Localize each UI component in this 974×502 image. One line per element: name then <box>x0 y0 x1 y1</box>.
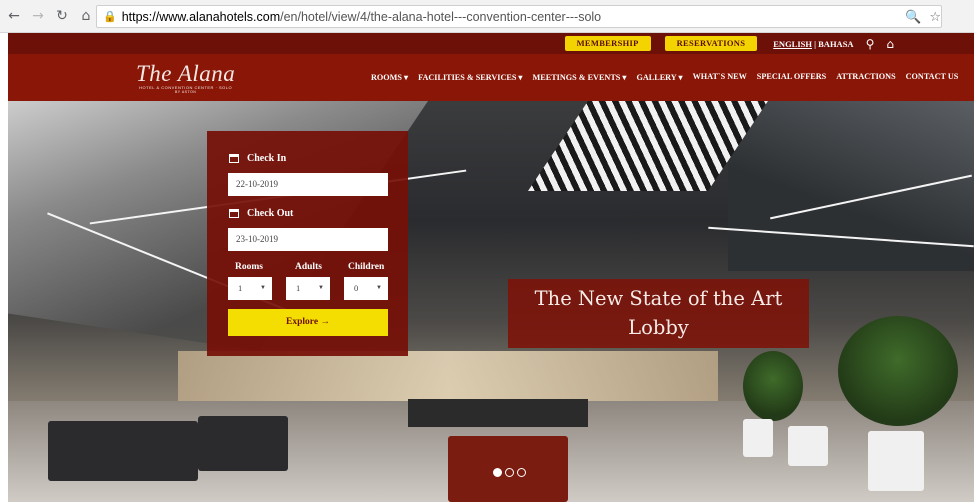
nav-rooms[interactable]: ROOMS ▾ <box>371 72 408 82</box>
slider-dot-2[interactable] <box>505 468 514 477</box>
nav-facilities[interactable]: FACILITIES & SERVICES ▾ <box>418 72 522 82</box>
search-icon[interactable]: ⚲ <box>866 37 875 51</box>
hero-plant <box>838 316 958 426</box>
url-host: https://www.alanahotels.com <box>121 9 281 24</box>
hero-sofa <box>198 416 288 471</box>
adults-select[interactable]: 1 ▼ <box>286 277 330 300</box>
site-topbar: MEMBERSHIP RESERVATIONS ENGLISH | BAHASA… <box>8 33 974 54</box>
logo-name: The Alana <box>136 61 236 86</box>
back-icon[interactable]: ← <box>4 6 24 26</box>
slider-dot-1[interactable] <box>493 468 502 477</box>
adults-select-value: 1 <box>296 283 301 293</box>
hero-caption: The New State of the Art Lobby <box>508 279 809 348</box>
check-in-input[interactable]: 22-10-2019 <box>228 173 388 196</box>
rooms-select-value: 1 <box>238 283 243 293</box>
children-label: Children <box>348 262 385 272</box>
calendar-icon <box>229 209 239 218</box>
address-bar-actions: 🔍 ☆ <box>905 10 941 25</box>
hero-reception-desk <box>408 399 588 427</box>
lock-icon: 🔒 <box>103 10 117 23</box>
nav-attractions[interactable]: ATTRACTIONS <box>836 72 895 82</box>
dropdown-arrow-icon: ▼ <box>376 285 382 291</box>
check-out-input[interactable]: 23-10-2019 <box>228 228 388 251</box>
home-house-icon[interactable]: ⌂ <box>886 37 894 51</box>
dropdown-arrow-icon: ▼ <box>260 285 266 291</box>
site-logo[interactable]: The Alana HOTEL & CONVENTION CENTER · SO… <box>136 61 235 94</box>
rooms-select[interactable]: 1 ▼ <box>228 277 272 300</box>
hero-plant-pot <box>788 426 828 466</box>
bookmark-star-icon[interactable]: ☆ <box>929 10 941 25</box>
hero-sofa <box>48 421 198 481</box>
check-in-label-text: Check In <box>247 153 287 164</box>
language-switcher: ENGLISH | BAHASA <box>773 39 853 49</box>
nav-special-offers[interactable]: SPECIAL OFFERS <box>757 72 826 82</box>
home-icon[interactable]: ⌂ <box>76 6 96 26</box>
check-out-label: Check Out <box>229 208 293 219</box>
dropdown-arrow-icon: ▼ <box>318 285 324 291</box>
lang-english-link[interactable]: ENGLISH <box>773 39 812 49</box>
hero-slider[interactable] <box>8 101 974 502</box>
hero-plant-pot <box>868 431 924 491</box>
children-select[interactable]: 0 ▼ <box>344 277 388 300</box>
check-in-label: Check In <box>229 153 286 164</box>
reload-icon[interactable]: ↻ <box>52 6 72 26</box>
check-out-label-text: Check Out <box>247 208 294 219</box>
nav-gallery[interactable]: GALLERY ▾ <box>637 72 683 82</box>
url-path: /en/hotel/view/4/the-alana-hotel---conve… <box>280 9 602 24</box>
browser-toolbar: ← → ↻ ⌂ 🔒 https://www.alanahotels.com/en… <box>0 0 974 33</box>
nav-meetings[interactable]: MEETINGS & EVENTS ▾ <box>533 72 627 82</box>
slider-dot-3[interactable] <box>517 468 526 477</box>
logo-subtitle-brand: BY ASTON <box>174 90 197 94</box>
main-menu: ROOMS ▾ FACILITIES & SERVICES ▾ MEETINGS… <box>371 72 968 82</box>
lang-bahasa-link[interactable]: BAHASA <box>818 39 853 49</box>
nav-contact-us[interactable]: CONTACT US <box>906 72 959 82</box>
nav-whats-new[interactable]: WHAT`S NEW <box>693 72 747 82</box>
membership-button[interactable]: MEMBERSHIP <box>564 36 651 51</box>
hero-ceiling-right <box>728 101 974 271</box>
forward-icon[interactable]: → <box>28 6 48 26</box>
rooms-label: Rooms <box>235 262 263 272</box>
address-bar[interactable]: 🔒 https://www.alanahotels.com/en/hotel/v… <box>96 5 942 28</box>
url-text: https://www.alanahotels.com/en/hotel/vie… <box>122 10 601 24</box>
site-main-nav: The Alana HOTEL & CONVENTION CENTER · SO… <box>8 54 974 101</box>
reservations-button[interactable]: RESERVATIONS <box>664 36 758 51</box>
calendar-icon <box>229 154 239 163</box>
children-select-value: 0 <box>354 283 359 293</box>
adults-label: Adults <box>295 262 322 272</box>
zoom-icon[interactable]: 🔍 <box>905 10 921 25</box>
explore-button[interactable]: Explore → <box>228 309 388 336</box>
booking-widget: Check In 22-10-2019 Check Out 23-10-2019… <box>207 131 408 356</box>
hero-plant-pot <box>743 419 773 457</box>
slider-dots <box>493 468 526 477</box>
hero-plant <box>743 351 803 421</box>
